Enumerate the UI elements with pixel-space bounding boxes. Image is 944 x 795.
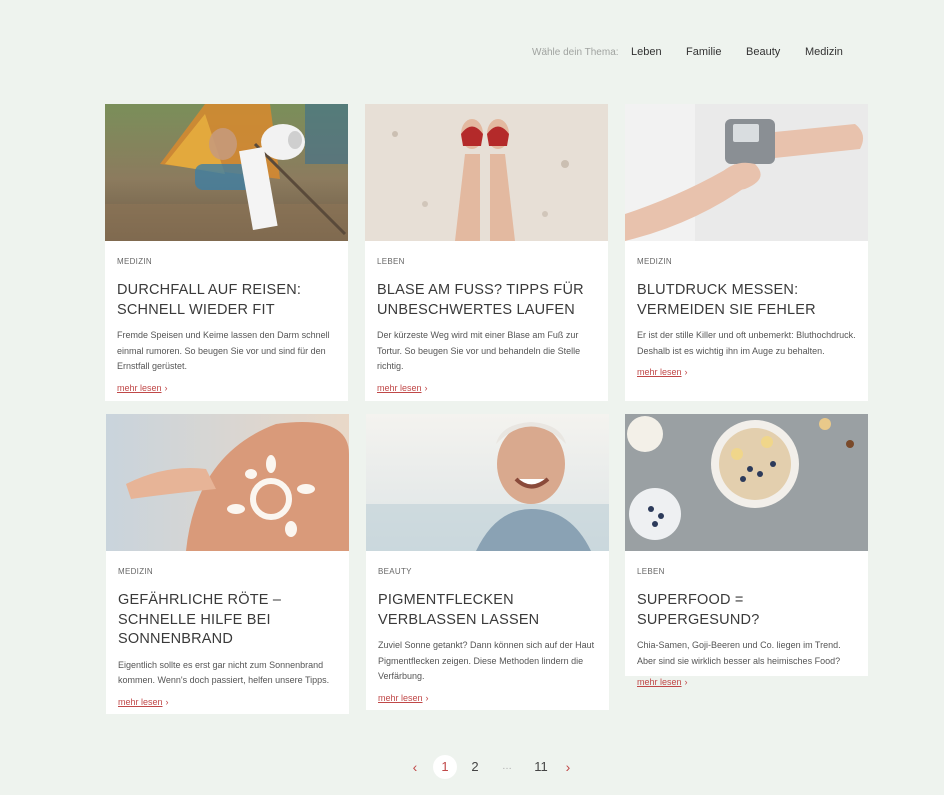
article-title[interactable]: GEFÄHRLICHE RÖTE – SCHNELLE HILFE BEI SO… bbox=[118, 591, 337, 650]
article-card: LEBEN SUPERFOOD = SUPERGESUND? Chia-Same… bbox=[625, 414, 868, 687]
article-category: BEAUTY bbox=[378, 567, 412, 576]
page-ellipsis: … bbox=[502, 761, 512, 772]
chevron-right-icon: › bbox=[684, 367, 688, 377]
prev-page-icon[interactable]: ‹ bbox=[408, 755, 422, 779]
read-more-link[interactable]: mehr lesen › bbox=[118, 697, 169, 707]
article-card: MEDIZIN BLUTDRUCK MESSEN: VERMEIDEN SIE … bbox=[625, 104, 868, 401]
article-card: BEAUTY PIGMENTFLECKEN VERBLASSEN LASSEN … bbox=[366, 414, 609, 710]
article-category: MEDIZIN bbox=[637, 257, 672, 266]
article-title[interactable]: DURCHFALL AUF REISEN: SCHNELL WIEDER FIT bbox=[117, 281, 336, 320]
article-title[interactable]: SUPERFOOD = SUPERGESUND? bbox=[637, 591, 856, 630]
article-excerpt: Eigentlich sollte es erst gar nicht zum … bbox=[118, 659, 330, 686]
article-title[interactable]: PIGMENTFLECKEN VERBLASSEN LASSEN bbox=[378, 591, 597, 630]
pagination: ‹ 1 2 … 11 › bbox=[0, 755, 944, 779]
article-excerpt: Er ist der stille Killer und oft unbemer… bbox=[637, 330, 856, 356]
read-more-link[interactable]: mehr lesen › bbox=[378, 693, 429, 703]
article-card: MEDIZIN DURCHFALL AUF REISEN: SCHNELL WI… bbox=[105, 104, 348, 401]
nav-item-familie[interactable]: Familie bbox=[686, 46, 721, 58]
article-category: MEDIZIN bbox=[118, 567, 153, 576]
page-2[interactable]: 2 bbox=[468, 755, 482, 779]
article-category: LEBEN bbox=[637, 567, 665, 576]
read-more-link[interactable]: mehr lesen › bbox=[377, 383, 428, 393]
chevron-right-icon: › bbox=[424, 382, 428, 393]
page-1[interactable]: 1 bbox=[433, 755, 457, 779]
chevron-right-icon: › bbox=[425, 692, 429, 703]
read-more-link[interactable]: mehr lesen › bbox=[637, 367, 688, 377]
article-excerpt: Chia-Samen, Goji-Beeren und Co. liegen i… bbox=[637, 640, 841, 666]
topic-nav: Wähle dein Thema: Leben Familie Beauty M… bbox=[0, 46, 944, 62]
nav-item-medizin[interactable]: Medizin bbox=[805, 46, 843, 58]
article-excerpt: Fremde Speisen und Keime lassen den Darm… bbox=[117, 330, 330, 371]
article-category: LEBEN bbox=[377, 257, 405, 266]
article-excerpt: Zuviel Sonne getankt? Dann können sich a… bbox=[378, 640, 595, 681]
article-card: MEDIZIN GEFÄHRLICHE RÖTE – SCHNELLE HILF… bbox=[106, 414, 349, 714]
chevron-right-icon: › bbox=[165, 696, 169, 707]
read-more-link[interactable]: mehr lesen › bbox=[637, 677, 688, 687]
article-image-camping[interactable] bbox=[105, 104, 348, 241]
nav-item-leben[interactable]: Leben bbox=[631, 46, 662, 58]
read-more-link[interactable]: mehr lesen › bbox=[117, 383, 168, 393]
chevron-right-icon: › bbox=[684, 677, 688, 687]
article-card: LEBEN BLASE AM FUSS? TIPPS FÜR UNBESCHWE… bbox=[365, 104, 608, 401]
nav-item-beauty[interactable]: Beauty bbox=[746, 46, 780, 58]
article-category: MEDIZIN bbox=[117, 257, 152, 266]
article-image-smiling-woman[interactable] bbox=[366, 414, 609, 551]
article-title[interactable]: BLASE AM FUSS? TIPPS FÜR UNBESCHWERTES L… bbox=[377, 281, 596, 320]
article-image-blood-pressure[interactable] bbox=[625, 104, 868, 241]
article-excerpt: Der kürzeste Weg wird mit einer Blase am… bbox=[377, 330, 581, 371]
article-image-feet-sand[interactable] bbox=[365, 104, 608, 241]
article-image-sunscreen[interactable] bbox=[106, 414, 349, 551]
page-11[interactable]: 11 bbox=[530, 755, 552, 779]
next-page-icon[interactable]: › bbox=[561, 755, 575, 779]
theme-prompt: Wähle dein Thema: bbox=[532, 47, 619, 58]
chevron-right-icon: › bbox=[164, 382, 168, 393]
article-image-porridge[interactable] bbox=[625, 414, 868, 551]
article-title[interactable]: BLUTDRUCK MESSEN: VERMEIDEN SIE FEHLER bbox=[637, 281, 856, 320]
